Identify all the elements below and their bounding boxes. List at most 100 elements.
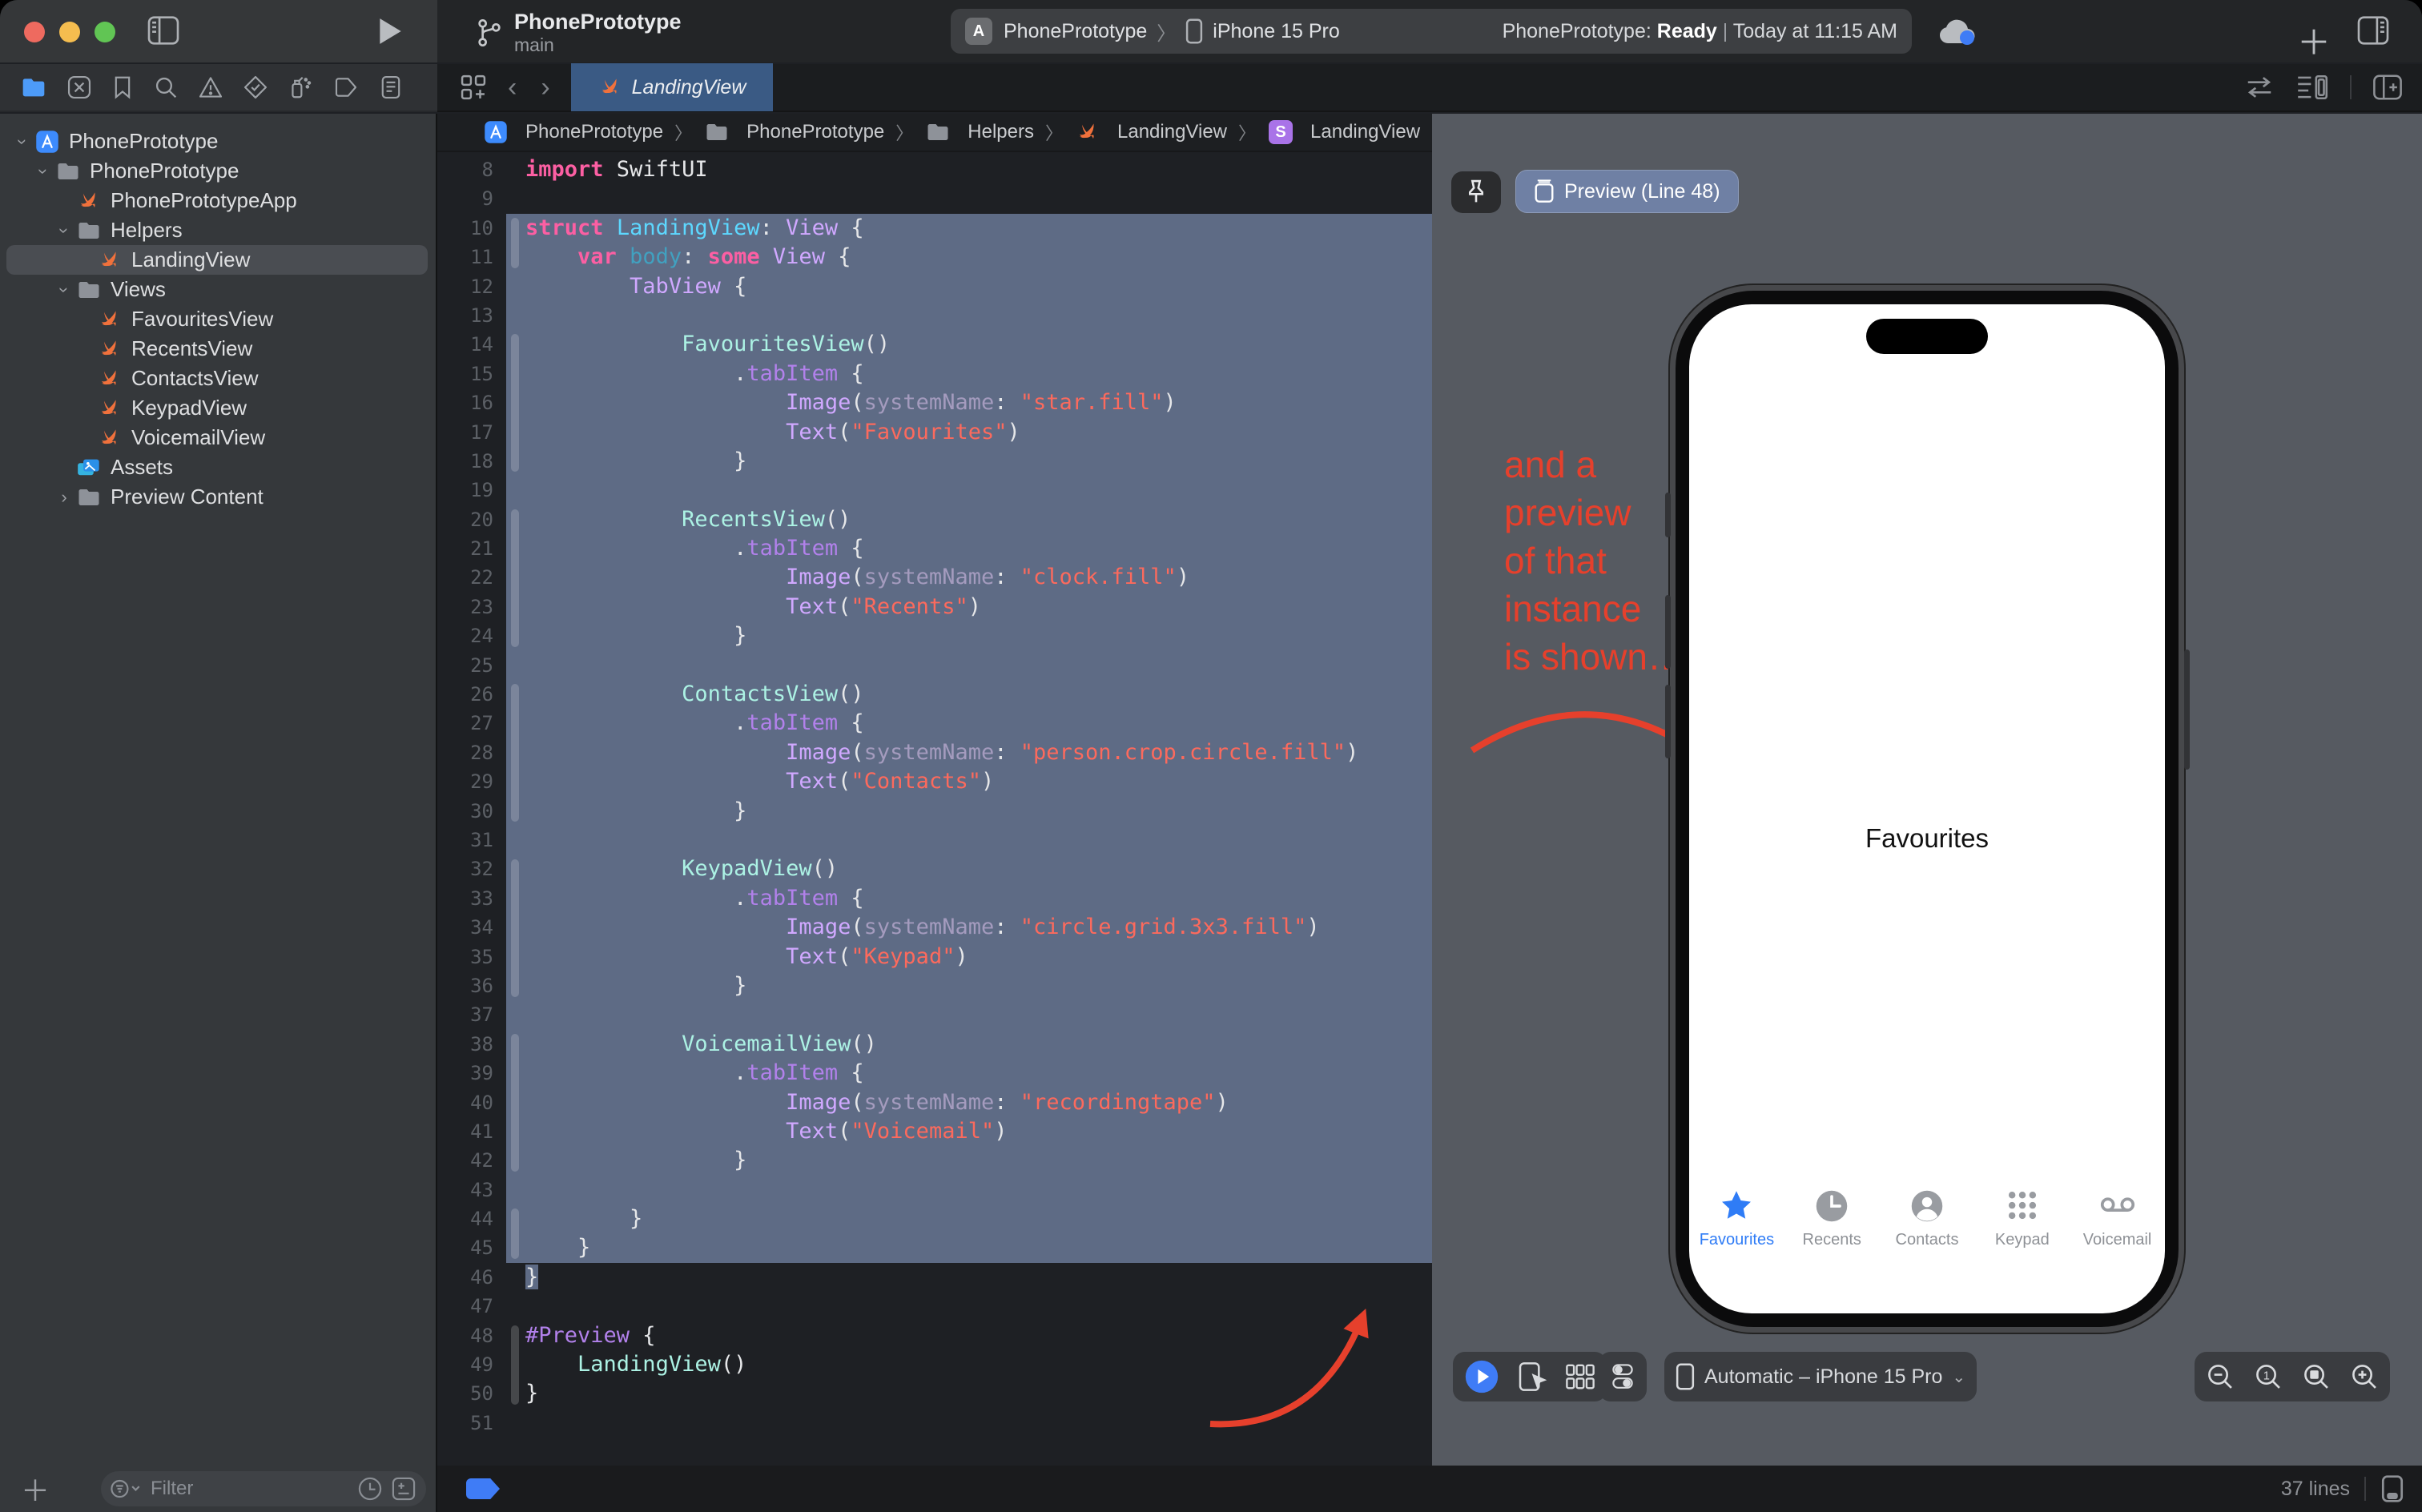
variants-grid-button[interactable]: [1565, 1363, 1595, 1390]
minimap-icon[interactable]: [2295, 74, 2329, 101]
code-line[interactable]: 32 KeypadView(): [437, 855, 1432, 883]
go-forward-icon[interactable]: ›: [541, 72, 549, 103]
ios-tab-voicemail[interactable]: Voicemail: [2070, 1188, 2165, 1249]
disclosure-triangle[interactable]: ›: [54, 279, 74, 301]
add-editor-button[interactable]: ＋: [2297, 16, 2331, 65]
pin-preview-button[interactable]: [1451, 171, 1501, 213]
ios-tab-favourites[interactable]: Favourites: [1689, 1188, 1784, 1249]
close-window-button[interactable]: [24, 22, 45, 42]
file-tree-row[interactable]: RecentsView: [0, 334, 436, 364]
code-line[interactable]: 21 .tabItem {: [437, 534, 1432, 563]
code-line[interactable]: 13: [437, 301, 1432, 330]
code-line[interactable]: 48#Preview {: [437, 1321, 1432, 1350]
file-tree-row[interactable]: KeypadView: [0, 393, 436, 423]
file-tree-row[interactable]: › Helpers: [0, 215, 436, 245]
ios-tab-recents[interactable]: Recents: [1784, 1188, 1880, 1249]
recent-files-filter-icon[interactable]: [357, 1476, 383, 1502]
code-line[interactable]: 24 }: [437, 621, 1432, 650]
find-navigator-icon[interactable]: [154, 75, 178, 99]
code-line[interactable]: 11 var body: some View {: [437, 243, 1432, 271]
reports-navigator-icon[interactable]: [380, 75, 402, 99]
breakpoints-navigator-icon[interactable]: [333, 76, 359, 99]
breadcrumb-item[interactable]: LandingView: [1074, 120, 1227, 144]
code-line[interactable]: 39 .tabItem {: [437, 1059, 1432, 1088]
code-line[interactable]: 45 }: [437, 1233, 1432, 1262]
minimize-window-button[interactable]: [59, 22, 80, 42]
code-line[interactable]: 29 Text("Contacts"): [437, 767, 1432, 796]
code-line[interactable]: 50}: [437, 1379, 1432, 1408]
disclosure-triangle[interactable]: ›: [53, 487, 75, 508]
code-line[interactable]: 42 }: [437, 1146, 1432, 1175]
code-line[interactable]: 10struct LandingView: View {: [437, 214, 1432, 243]
code-line[interactable]: 17 Text("Favourites"): [437, 418, 1432, 447]
code-line[interactable]: 25: [437, 651, 1432, 680]
ios-tab-keypad[interactable]: Keypad: [1974, 1188, 2070, 1249]
run-destination[interactable]: iPhone 15 Pro: [1213, 20, 1339, 43]
zoom-out-button[interactable]: [2206, 1362, 2235, 1391]
tab-landingview[interactable]: LandingView: [571, 63, 774, 111]
bookmarks-navigator-icon[interactable]: [112, 75, 133, 99]
code-line[interactable]: 30 }: [437, 797, 1432, 826]
file-tree-row[interactable]: PhonePrototypeApp: [0, 186, 436, 215]
code-line[interactable]: 35 Text("Keypad"): [437, 943, 1432, 971]
debug-navigator-icon[interactable]: [288, 75, 312, 99]
source-control-navigator-icon[interactable]: [67, 75, 91, 99]
code-line[interactable]: 38 VoicemailView(): [437, 1030, 1432, 1059]
code-line[interactable]: 15 .tabItem {: [437, 360, 1432, 388]
device-preview-toggle-icon[interactable]: [2380, 1474, 2404, 1503]
code-line[interactable]: 8import SwiftUI: [437, 155, 1432, 184]
code-line[interactable]: 26 ContactsView(): [437, 680, 1432, 709]
code-line[interactable]: 28 Image(systemName: "person.crop.circle…: [437, 738, 1432, 767]
file-tree-row[interactable]: VoicemailView: [0, 423, 436, 452]
file-tree-row[interactable]: ContactsView: [0, 364, 436, 393]
file-tree-row[interactable]: › PhonePrototype: [0, 156, 436, 186]
issues-navigator-icon[interactable]: [199, 75, 223, 99]
code-line[interactable]: 31: [437, 826, 1432, 855]
code-line[interactable]: 9: [437, 184, 1432, 213]
split-editor-icon[interactable]: [2372, 74, 2403, 101]
file-tree-row[interactable]: Assets: [0, 452, 436, 482]
zoom-window-button[interactable]: [95, 22, 115, 42]
zoom-in-button[interactable]: [2350, 1362, 2379, 1391]
zoom-100-button[interactable]: 1: [2254, 1362, 2283, 1391]
tests-navigator-icon[interactable]: [243, 75, 268, 99]
disclosure-triangle[interactable]: ›: [54, 219, 74, 242]
scheme-name[interactable]: PhonePrototype: [1004, 20, 1147, 43]
code-line[interactable]: 22 Image(systemName: "clock.fill"): [437, 563, 1432, 592]
toggle-inspector-icon[interactable]: [2356, 16, 2390, 45]
source-editor[interactable]: 8import SwiftUI910struct LandingView: Vi…: [437, 152, 1432, 1466]
code-line[interactable]: 43: [437, 1176, 1432, 1204]
breadcrumb-item[interactable]: PhonePrototype: [703, 120, 884, 144]
related-items-icon[interactable]: [460, 74, 487, 101]
code-line[interactable]: 46}: [437, 1263, 1432, 1292]
code-line[interactable]: 47: [437, 1292, 1432, 1321]
code-line[interactable]: 34 Image(systemName: "circle.grid.3x3.fi…: [437, 913, 1432, 942]
breadcrumb-item[interactable]: Helpers: [924, 120, 1034, 144]
filter-input[interactable]: Filter: [101, 1471, 426, 1506]
code-line[interactable]: 44 }: [437, 1204, 1432, 1233]
project-navigator-icon[interactable]: [21, 75, 46, 99]
selectable-preview-button[interactable]: [1517, 1361, 1547, 1393]
zoom-fit-button[interactable]: [2302, 1362, 2331, 1391]
code-line[interactable]: 12 TabView {: [437, 272, 1432, 301]
file-tree-row[interactable]: › Preview Content: [0, 482, 436, 512]
code-line[interactable]: 18 }: [437, 447, 1432, 476]
file-tree-row[interactable]: › PhonePrototype: [0, 127, 436, 156]
breakpoint-indicator[interactable]: [466, 1478, 500, 1499]
code-line[interactable]: 49 LandingView(): [437, 1350, 1432, 1379]
code-line[interactable]: 16 Image(systemName: "star.fill"): [437, 388, 1432, 417]
device-settings-button[interactable]: [1599, 1352, 1647, 1401]
code-line[interactable]: 41 Text("Voicemail"): [437, 1117, 1432, 1146]
go-back-icon[interactable]: ‹: [508, 72, 517, 103]
code-line[interactable]: 27 .tabItem {: [437, 709, 1432, 738]
add-file-button[interactable]: ＋: [21, 1468, 50, 1510]
disclosure-triangle[interactable]: ›: [33, 160, 54, 183]
ios-tab-contacts[interactable]: Contacts: [1880, 1188, 1975, 1249]
file-tree-row[interactable]: › Views: [0, 275, 436, 304]
breadcrumb-item[interactable]: SLandingView: [1267, 120, 1420, 144]
code-line[interactable]: 36 }: [437, 971, 1432, 1000]
code-line[interactable]: 23 Text("Recents"): [437, 593, 1432, 621]
breadcrumb-item[interactable]: PhonePrototype: [482, 120, 663, 144]
code-line[interactable]: 33 .tabItem {: [437, 884, 1432, 913]
file-tree-row[interactable]: FavouritesView: [0, 304, 436, 334]
